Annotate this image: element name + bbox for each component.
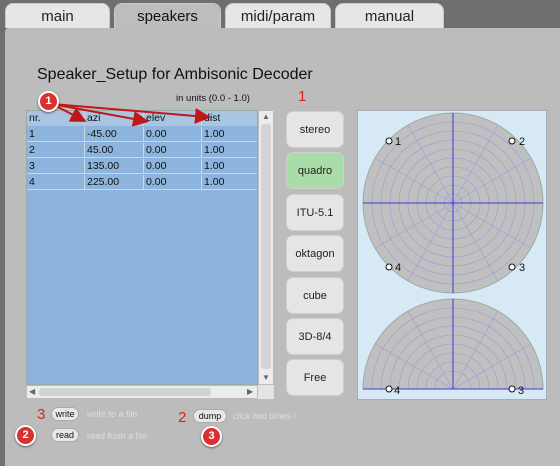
write-button[interactable]: write [51,407,79,421]
annotation-arrow-elev [51,103,149,127]
write-hint: write to a file [87,409,138,419]
annotation-badge-2: 2 [15,425,36,446]
dump-hint: click two times ! [233,411,297,421]
annotation-label-2: 2 [178,409,187,426]
read-hint: read from a file [87,431,148,441]
annotation-label-3: 3 [37,406,46,423]
annotation-arrows [51,103,211,127]
dump-button[interactable]: dump [193,409,227,423]
read-button[interactable]: read [51,428,79,442]
annotation-badge-1: 1 [38,91,59,112]
annotation-badge-3: 3 [201,426,222,447]
